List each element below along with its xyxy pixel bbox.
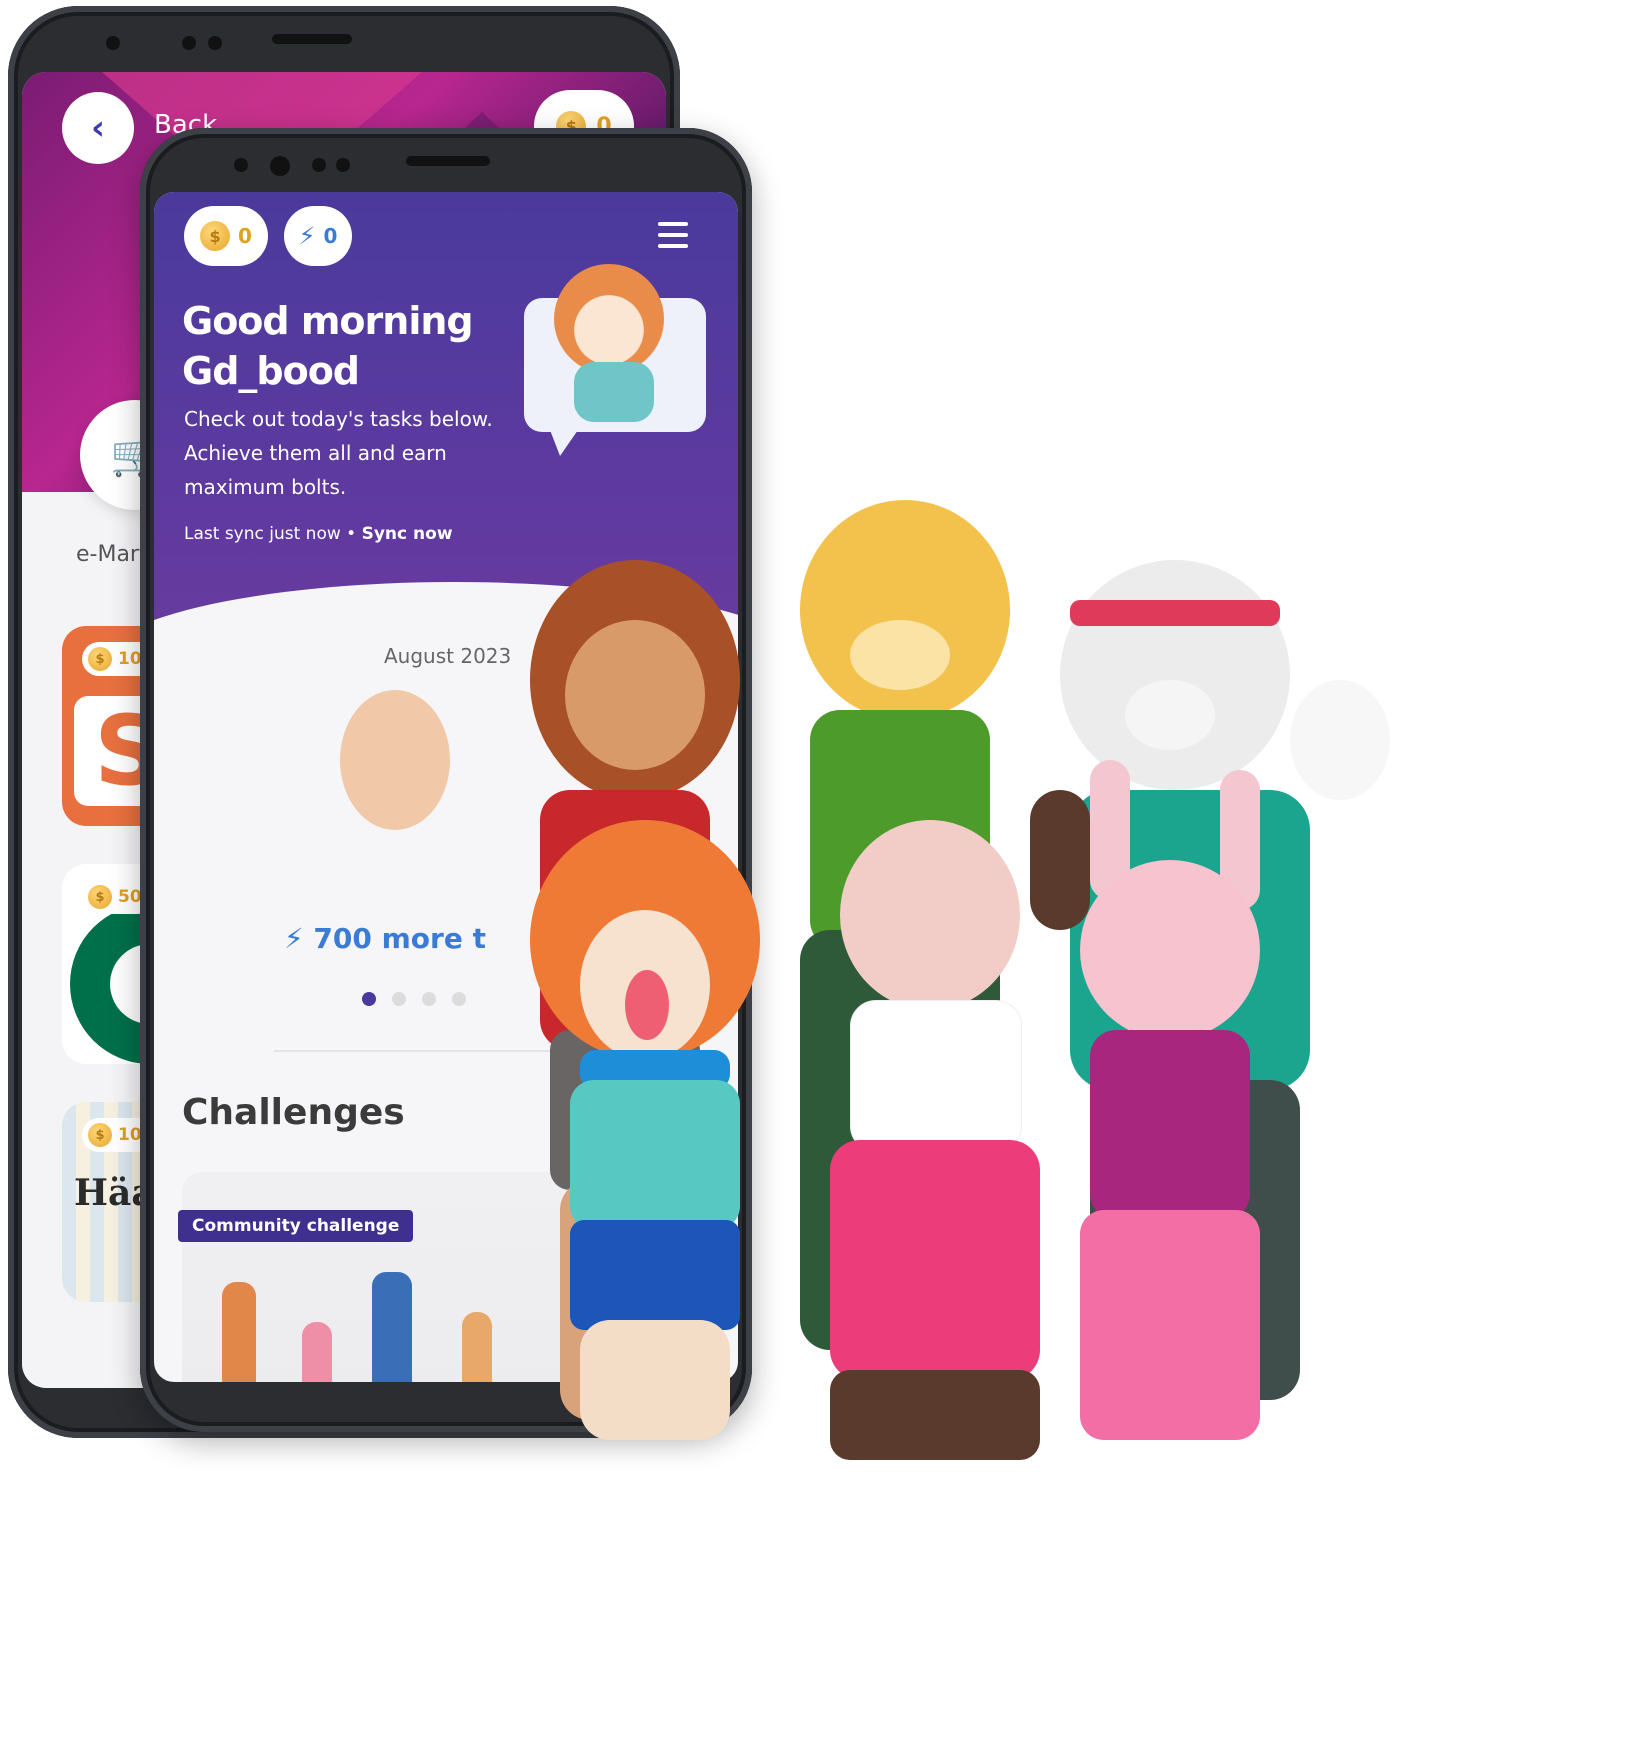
coin-icon: $	[200, 221, 231, 251]
carousel-dot[interactable]	[422, 992, 436, 1006]
carousel-dot[interactable]	[452, 992, 466, 1006]
challenge-illustration	[222, 1282, 256, 1382]
corgi-mascot-illustration	[554, 264, 664, 374]
bolts-progress-text: ⚡ 700 more t	[284, 922, 486, 955]
phone-sensor	[208, 36, 222, 50]
corgi-mascot-body	[574, 362, 654, 422]
coin-icon: $	[88, 885, 112, 909]
phone-sensor	[336, 158, 350, 172]
coin-balance: 0	[238, 224, 252, 248]
phone-sensor	[234, 158, 248, 172]
community-challenge-tag: Community challenge	[178, 1210, 414, 1242]
bolt-balance-pill[interactable]: ⚡ 0	[284, 206, 352, 266]
coin-icon: $	[88, 1123, 112, 1147]
rabbit-mascot-illustration	[1040, 760, 1300, 1460]
bolt-icon: ⚡	[284, 922, 304, 955]
phone-sensor	[106, 36, 120, 50]
section-title: Challenges	[182, 1092, 405, 1133]
store-item-label: e-Mart	[76, 542, 148, 567]
phone-sensor	[312, 158, 326, 172]
carousel-dot[interactable]	[362, 992, 376, 1006]
phone-speaker	[406, 156, 490, 166]
phone-speaker	[272, 34, 352, 44]
phone-sensor	[182, 36, 196, 50]
bolt-balance: 0	[323, 224, 338, 248]
bolt-icon: ⚡	[298, 222, 316, 250]
back-button[interactable]: ‹	[62, 92, 134, 164]
phone-camera	[270, 156, 290, 176]
greeting-subtext: Check out today's tasks below. Achieve t…	[184, 407, 493, 499]
sync-status: Last sync just now • Sync now	[184, 524, 453, 544]
carousel-dots[interactable]	[362, 992, 466, 1006]
greeting-title: Good morning Gd_bood	[182, 299, 474, 393]
coin-icon: $	[88, 647, 112, 671]
back-arrow-icon: ‹	[90, 108, 105, 148]
carousel-dot[interactable]	[392, 992, 406, 1006]
coin-balance-pill[interactable]: $ 0	[184, 206, 268, 266]
menu-icon[interactable]	[658, 222, 688, 255]
sync-now-link[interactable]: Sync now	[362, 524, 453, 544]
corgi-mascot-large-illustration	[510, 800, 790, 1460]
